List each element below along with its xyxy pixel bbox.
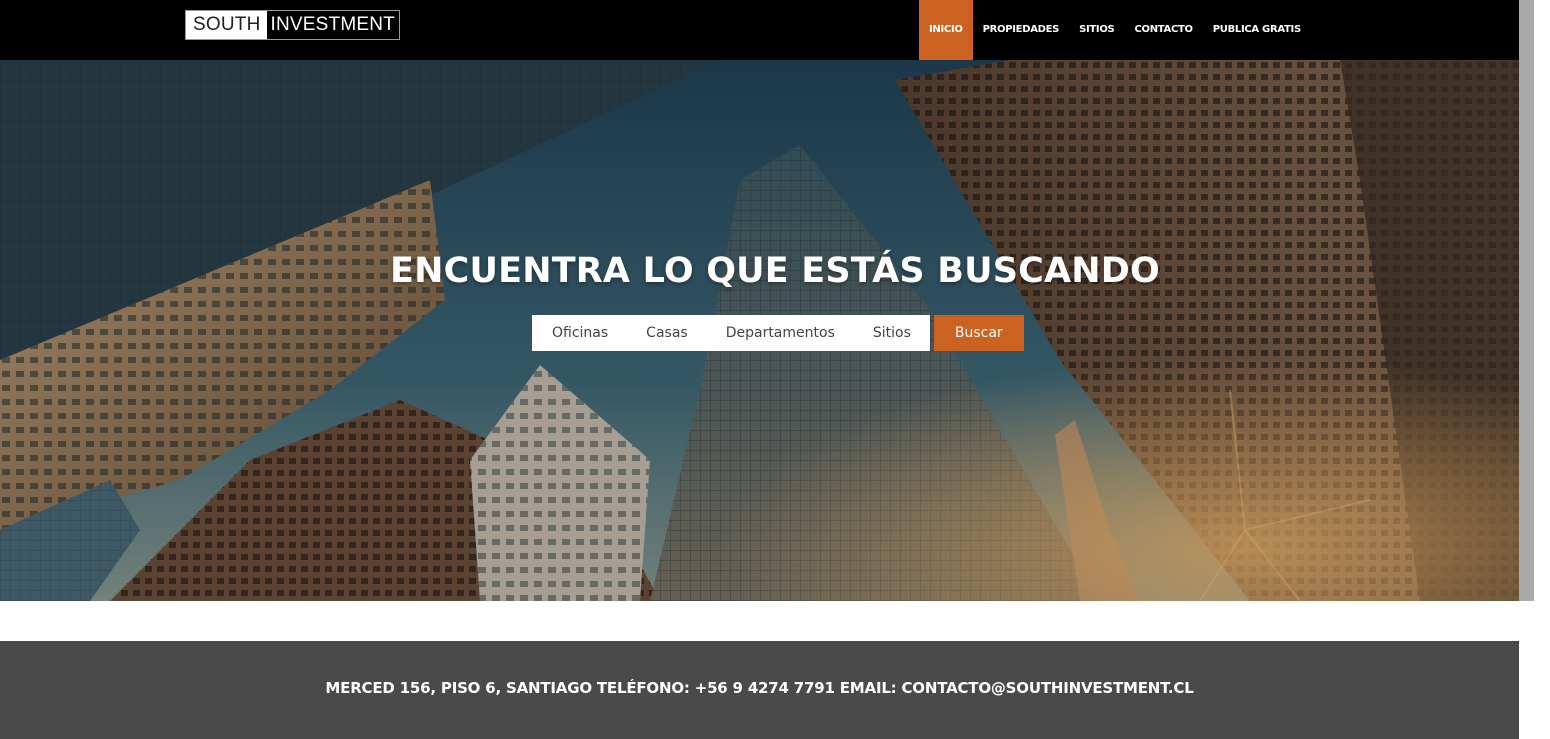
footer: MERCED 156, PISO 6, SANTIAGO TELÉFONO: +…	[0, 641, 1519, 739]
nav-item-contacto[interactable]: CONTACTO	[1124, 0, 1202, 60]
hero-title: ENCUENTRA LO QUE ESTÁS BUSCANDO	[390, 251, 1160, 291]
logo-text-south: SOUTH	[186, 11, 267, 39]
top-navbar: SOUTH INVESTMENT INICIO PROPIEDADES SITI…	[0, 0, 1519, 60]
nav-item-propiedades[interactable]: PROPIEDADES	[973, 0, 1070, 60]
tab-casas[interactable]: Casas	[627, 315, 707, 351]
nav-item-sitios[interactable]: SITIOS	[1069, 0, 1124, 60]
nav-item-inicio[interactable]: INICIO	[919, 0, 973, 60]
logo-text-investment: INVESTMENT	[270, 14, 395, 35]
tab-oficinas[interactable]: Oficinas	[532, 315, 627, 351]
tab-departamentos[interactable]: Departamentos	[707, 315, 854, 351]
hero-banner: ENCUENTRA LO QUE ESTÁS BUSCANDO Oficinas…	[0, 60, 1519, 601]
main-menu: INICIO PROPIEDADES SITIOS CONTACTO PUBLI…	[919, 0, 1311, 60]
nav-item-publica-gratis[interactable]: PUBLICA GRATIS	[1203, 0, 1311, 60]
site-logo[interactable]: SOUTH INVESTMENT	[185, 10, 400, 40]
footer-contact-info: MERCED 156, PISO 6, SANTIAGO TELÉFONO: +…	[325, 679, 1194, 697]
property-search-bar: Oficinas Casas Departamentos Sitios Busc…	[532, 315, 1024, 351]
page-scrollbar[interactable]	[1519, 0, 1534, 601]
tab-sitios[interactable]: Sitios	[854, 315, 930, 351]
search-button[interactable]: Buscar	[933, 315, 1024, 351]
property-type-tabs: Oficinas Casas Departamentos Sitios	[532, 315, 930, 351]
